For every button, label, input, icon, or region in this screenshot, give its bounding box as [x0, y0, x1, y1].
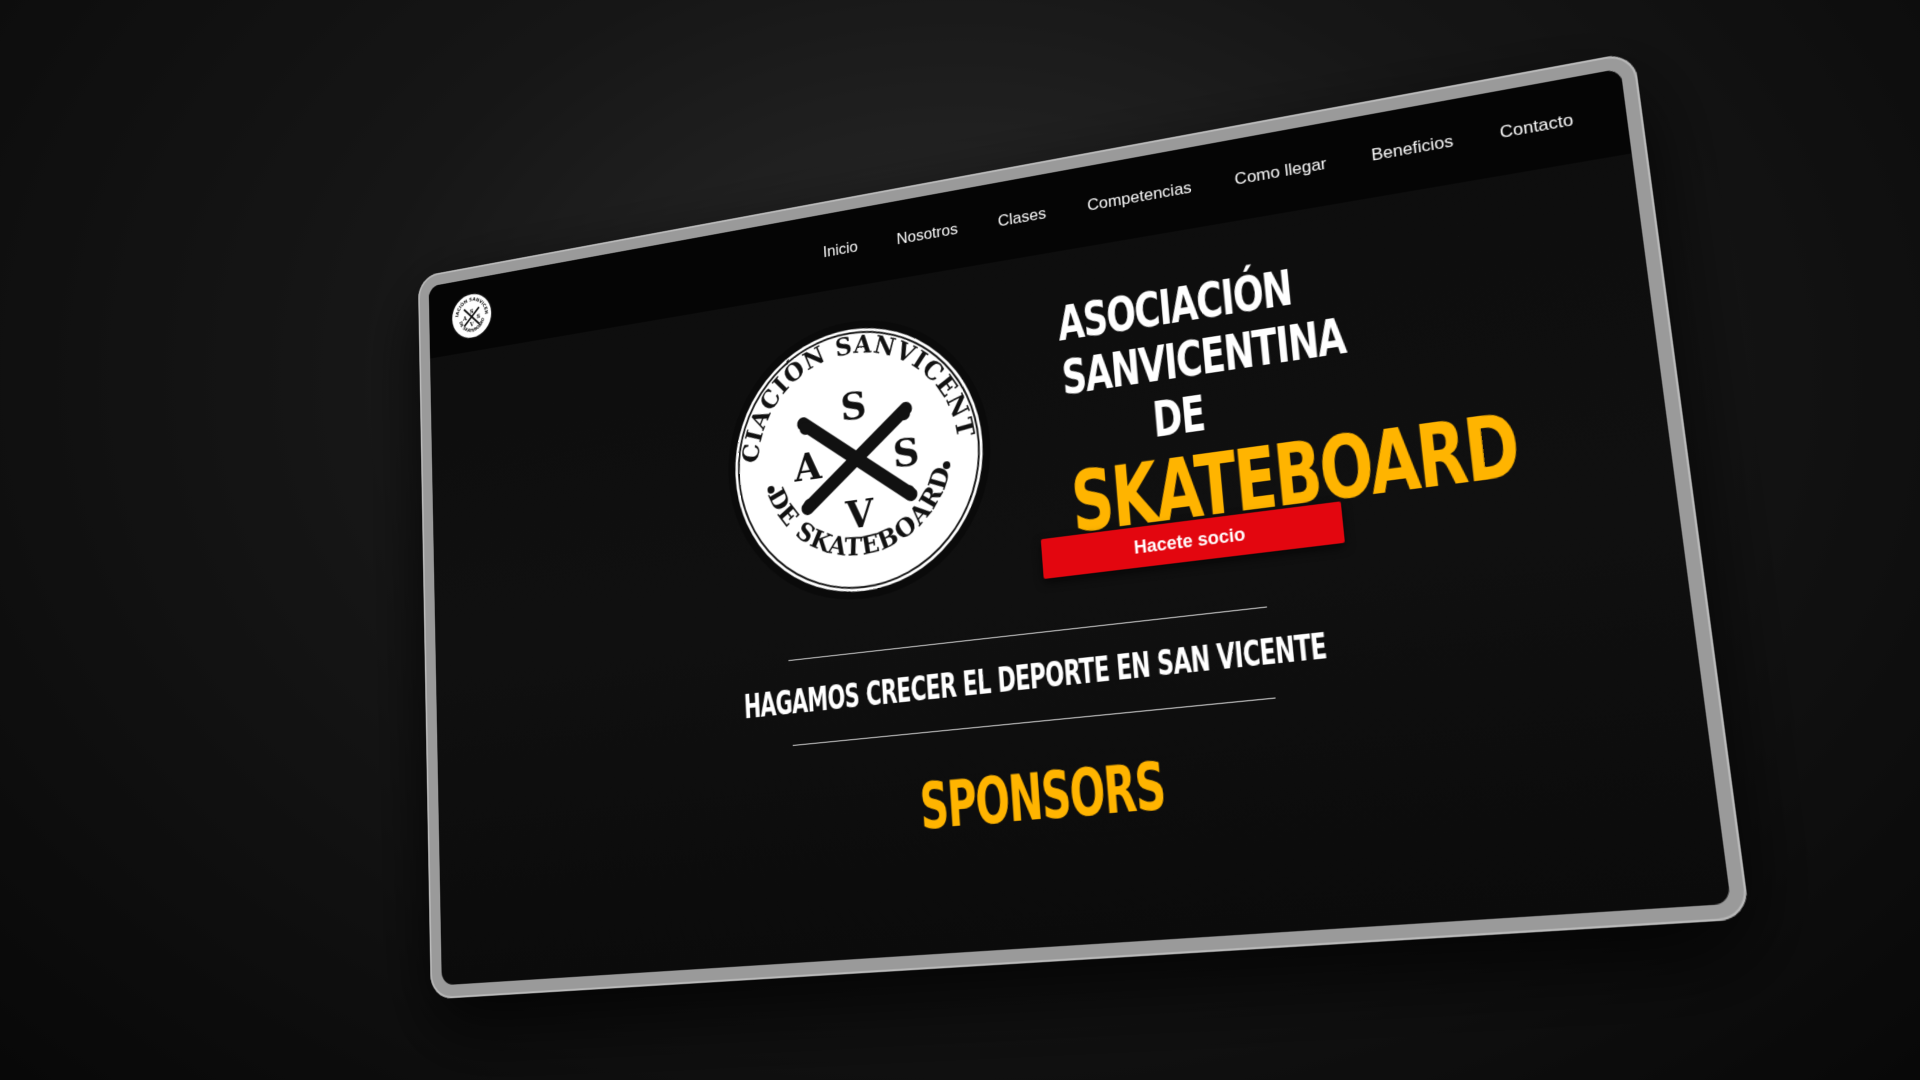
hero-logo-letter-s2: S [892, 429, 921, 477]
website-screen: ASOCIACIÓN SANVICENTINA DE SKATEBOARD S … [428, 68, 1732, 986]
nav-logo-letter-s: S [470, 308, 474, 315]
device-frame: ASOCIACIÓN SANVICENTINA DE SKATEBOARD S … [417, 51, 1751, 1000]
nav-item-competencias[interactable]: Competencias [1066, 174, 1214, 219]
sponsors-heading: SPONSORS [917, 747, 1168, 845]
nav-item-como-llegar[interactable]: Como llegar [1212, 150, 1350, 193]
nav-item-contacto[interactable]: Contacto [1475, 106, 1598, 147]
nav-item-inicio[interactable]: Inicio [803, 234, 877, 265]
navbar: ASOCIACIÓN SANVICENTINA DE SKATEBOARD S … [428, 68, 1632, 359]
hero-logo-letter-s: S [839, 383, 867, 431]
nav-logo-letter-s2: S [477, 314, 481, 321]
hero-title: ASOCIACIÓN SANVICENTINA DE SKATEBOARD [1056, 259, 1523, 552]
hero-logo-letter-a: A [792, 444, 824, 492]
hero-logo: ASOCIACIÓN SANVICENTINA DE SKATEBOARD S [719, 296, 1000, 615]
nav-logo[interactable]: ASOCIACIÓN SANVICENTINA DE SKATEBOARD S … [450, 288, 493, 343]
nav-logo-letter-a: A [462, 316, 467, 323]
nav-logo-letter-v: V [469, 321, 474, 328]
stage: ASOCIACIÓN SANVICENTINA DE SKATEBOARD S … [0, 0, 1920, 1080]
nav-item-beneficios[interactable]: Beneficios [1348, 127, 1478, 169]
nav-item-nosotros[interactable]: Nosotros [877, 216, 979, 252]
tagline-section: HAGAMOS CRECER EL DEPORTE EN SAN VICENTE [743, 606, 1328, 746]
tagline: HAGAMOS CRECER EL DEPORTE EN SAN VICENTE [743, 625, 1329, 728]
nav-item-clases[interactable]: Clases [977, 200, 1067, 234]
hero-logo-letter-v: V [844, 491, 876, 540]
nav-links: Inicio Nosotros Clases Competencias Como… [802, 74, 1603, 295]
